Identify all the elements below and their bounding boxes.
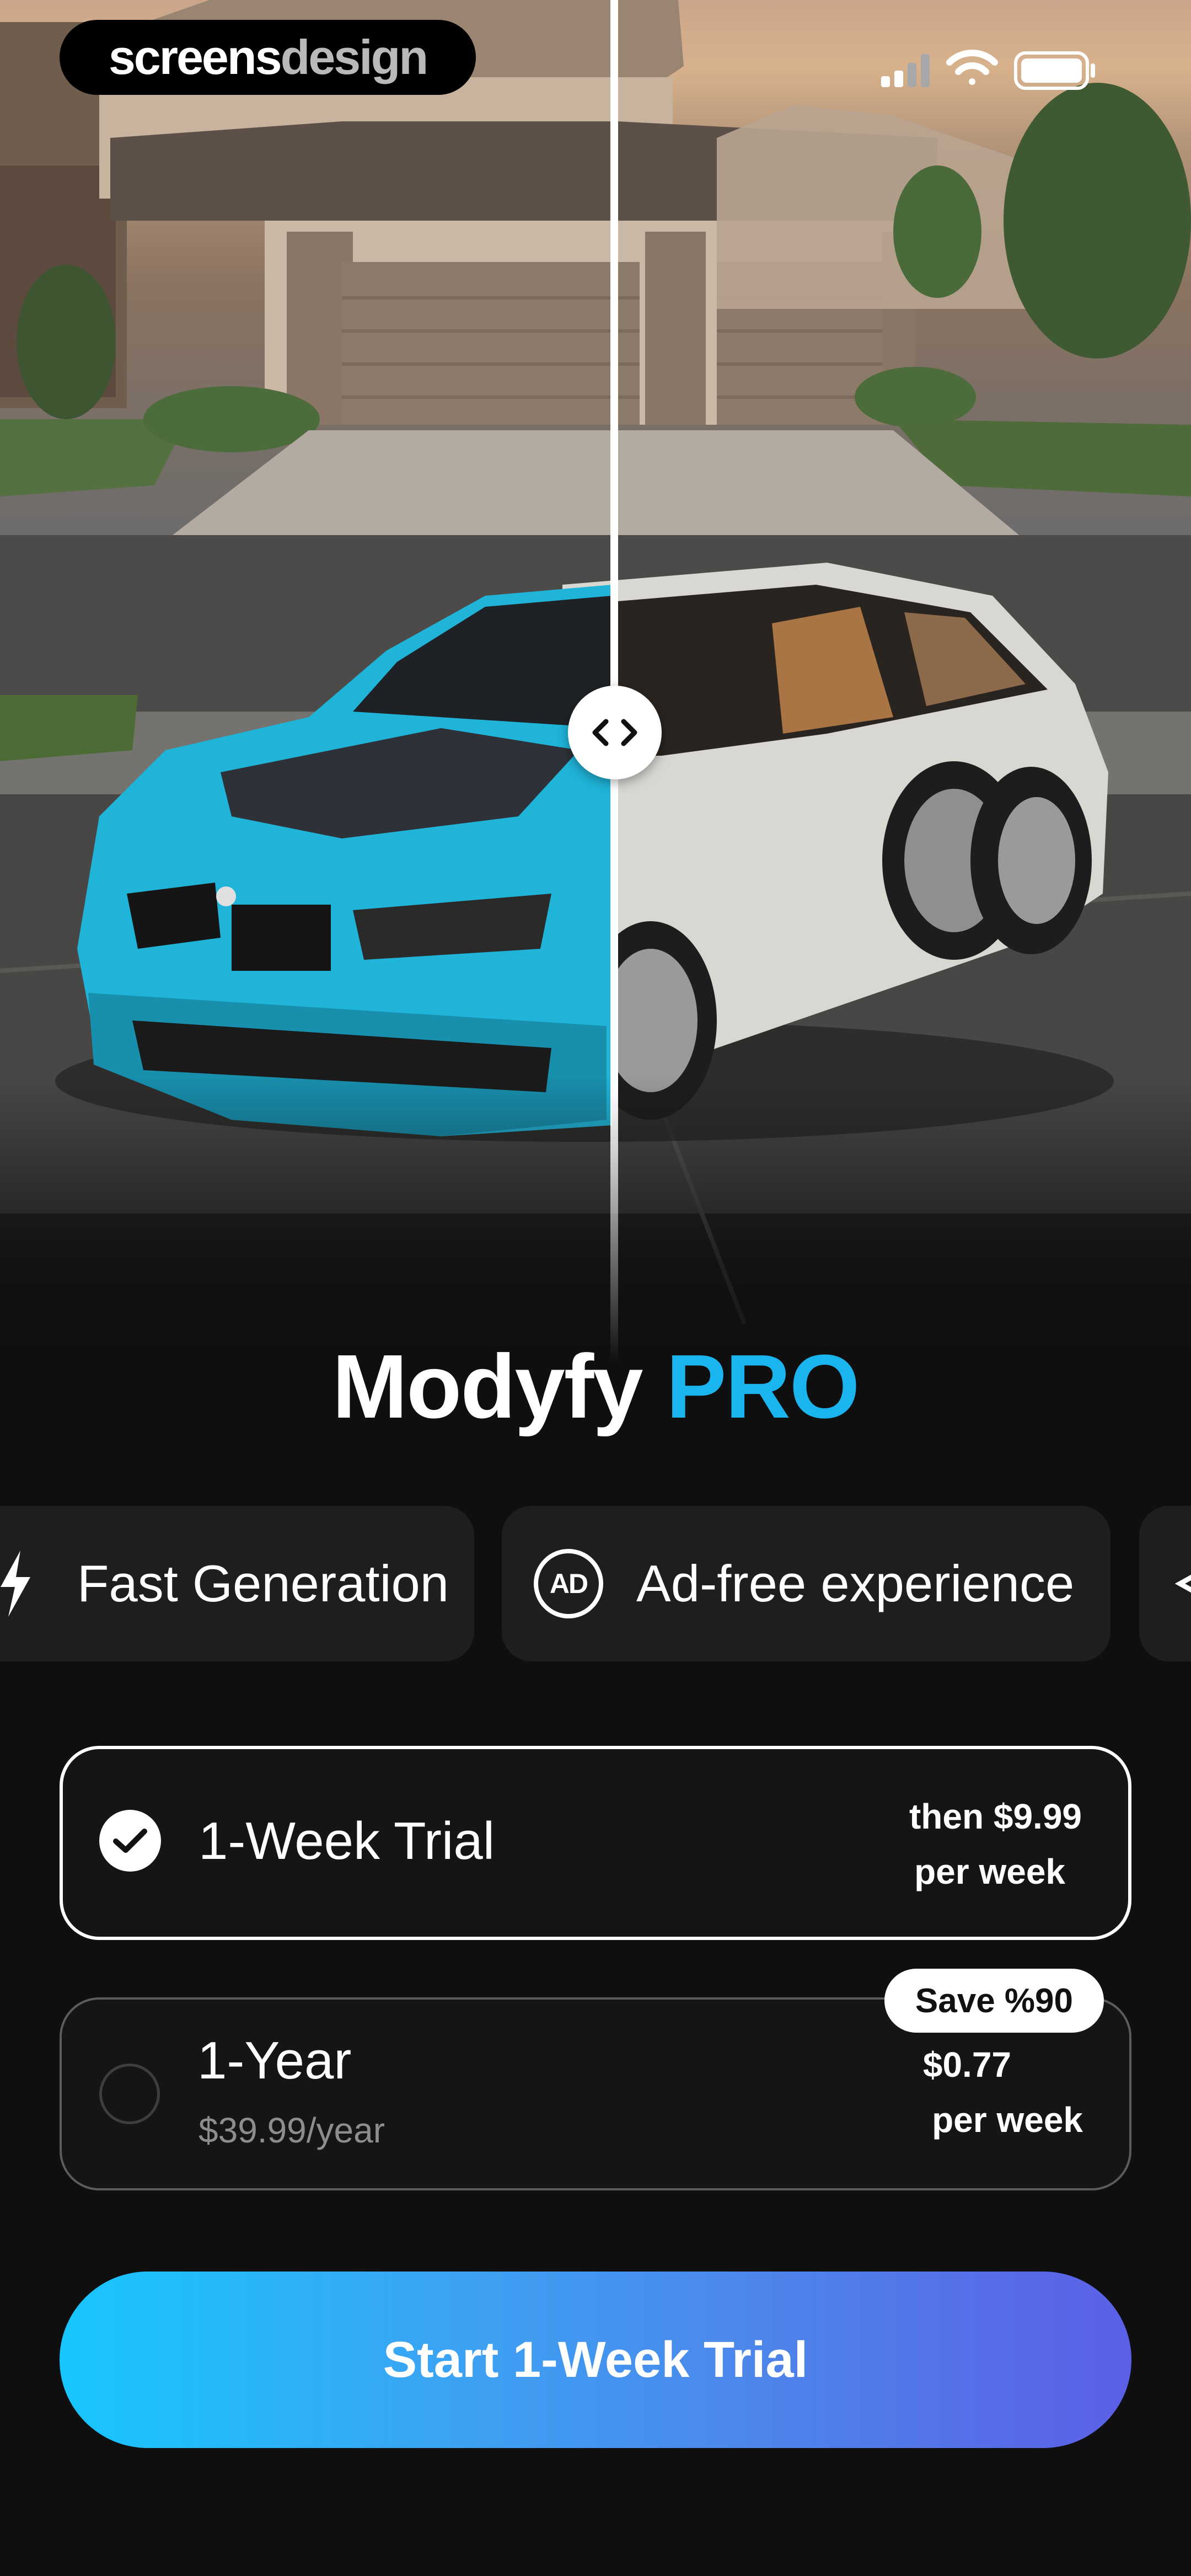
radio-unselected-icon[interactable] <box>99 2064 160 2124</box>
feature-carousel[interactable]: Fast Generation AD Ad-free experience <box>0 1506 1191 1661</box>
feature-label: Ad-free experience <box>636 1554 1075 1612</box>
comparison-slider-handle[interactable] <box>568 686 662 779</box>
save-badge: Save %90 <box>884 1969 1104 2033</box>
arrow-icon <box>1172 1567 1191 1600</box>
pro-label: PRO <box>666 1336 860 1437</box>
cellular-signal-icon <box>881 54 930 87</box>
feature-chip-ad-free: AD Ad-free experience <box>502 1506 1110 1661</box>
app-name: Modyfy <box>332 1336 643 1437</box>
feature-label: Fast Generation <box>77 1554 449 1612</box>
page-title: Modyfy PRO <box>0 1335 1191 1439</box>
feature-chip-fast-generation: Fast Generation <box>0 1506 474 1661</box>
brand-logo: screens design <box>60 20 476 95</box>
plan-price-line-1: then $9.99 <box>909 1797 1082 1836</box>
plan-price-line-2: per week <box>932 2100 1083 2140</box>
ad-free-icon: AD <box>534 1549 603 1618</box>
lightning-icon <box>0 1551 34 1617</box>
comparison-divider[interactable] <box>610 0 618 1362</box>
radio-selected-icon[interactable] <box>99 1810 161 1872</box>
plan-option-yearly[interactable]: 1-Year $39.99/year $0.77 per week Save %… <box>60 1969 1131 2190</box>
plan-option-weekly-trial[interactable]: 1-Week Trial then $9.99 per week <box>60 1746 1131 1940</box>
start-trial-button[interactable]: Start 1-Week Trial <box>60 2272 1131 2448</box>
plan-price-line-2: per week <box>914 1852 1065 1891</box>
plan-name: 1-Year <box>197 2031 352 2090</box>
battery-icon <box>1014 51 1095 90</box>
status-bar <box>860 0 1191 132</box>
wifi-icon <box>946 50 998 85</box>
brand-part-1: screens <box>108 30 282 84</box>
ad-free-icon-text: AD <box>549 1568 588 1599</box>
feature-chip-next <box>1139 1506 1191 1661</box>
plan-name: 1-Week Trial <box>198 1811 495 1870</box>
brand-part-2: design <box>280 30 429 84</box>
plan-subtitle: $39.99/year <box>198 2110 385 2150</box>
plan-price: then $9.99 per week <box>909 1789 1082 1899</box>
plan-price: $0.77 per week <box>923 2037 1083 2147</box>
chevron-left-right-icon <box>592 719 637 746</box>
plan-price-line-1: $0.77 <box>922 2045 1011 2085</box>
